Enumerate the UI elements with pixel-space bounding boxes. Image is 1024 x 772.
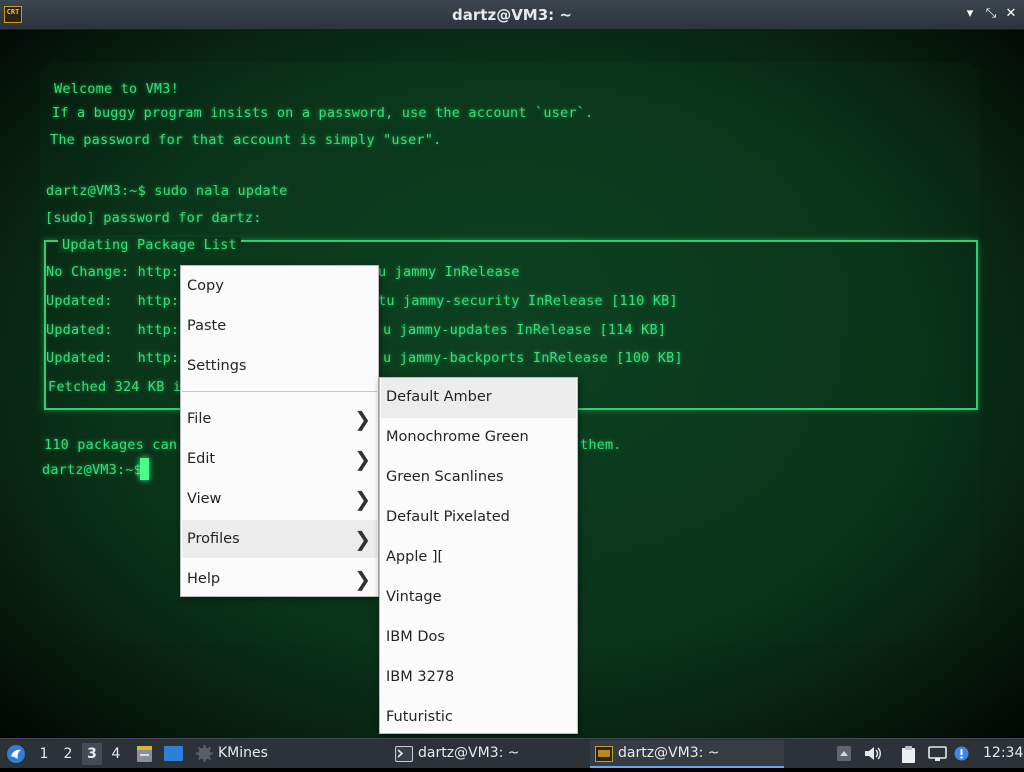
terminal-line: If a buggy program insists on a password… bbox=[52, 105, 594, 121]
menu-item-file[interactable]: File ❯ bbox=[182, 400, 377, 438]
chevron-right-icon: ❯ bbox=[354, 487, 371, 511]
chevron-right-icon: ❯ bbox=[354, 447, 371, 471]
menu-item-label: Help bbox=[187, 571, 221, 587]
window-titlebar: CRT dartz@VM3: ~ ▾ ⤡ ✕ bbox=[0, 0, 1024, 30]
terminal-line: 110 packages can b bbox=[44, 437, 194, 453]
profile-item-default-pixelated[interactable]: Default Pixelated bbox=[381, 498, 576, 538]
menu-item-edit[interactable]: Edit ❯ bbox=[182, 440, 377, 478]
taskbar: 1 2 3 4 KMines dartz@VM3: ~ dartz@VM3: ~… bbox=[0, 738, 1024, 768]
context-menu: Copy Paste Settings File ❯ Edit ❯ View ❯ Pr… bbox=[180, 265, 379, 597]
maximize-button[interactable]: ⤡ bbox=[983, 6, 999, 22]
terminal-cursor bbox=[140, 458, 149, 480]
terminal-line: Updated: http:// bbox=[46, 322, 196, 338]
terminal-line: Updated: http:// bbox=[46, 293, 196, 309]
application-launcher-icon[interactable] bbox=[5, 743, 27, 765]
task-label: KMines bbox=[218, 745, 268, 761]
menu-separator bbox=[182, 391, 377, 392]
terminal-line: The password for that account is simply … bbox=[50, 132, 442, 148]
network-icon[interactable] bbox=[928, 745, 947, 762]
terminal-icon bbox=[395, 745, 413, 762]
profile-item-monochrome-green[interactable]: Monochrome Green bbox=[381, 418, 576, 458]
chevron-right-icon: ❯ bbox=[354, 567, 371, 591]
kmines-icon bbox=[196, 745, 213, 762]
profile-item-futuristic[interactable]: Futuristic bbox=[381, 698, 576, 738]
taskbar-task-cool-retro-term[interactable]: dartz@VM3: ~ bbox=[590, 740, 784, 768]
clipboard-icon[interactable] bbox=[900, 745, 916, 763]
profile-item-ibm-3278[interactable]: IBM 3278 bbox=[381, 658, 576, 698]
menu-item-settings[interactable]: Settings bbox=[182, 347, 377, 385]
volume-icon[interactable] bbox=[864, 745, 881, 762]
taskbar-task-kmines[interactable]: KMines bbox=[194, 740, 384, 768]
menu-item-label: Paste bbox=[187, 318, 227, 334]
task-label: dartz@VM3: ~ bbox=[618, 745, 720, 761]
menu-item-label: Edit bbox=[187, 451, 216, 467]
profile-item-apple-ii[interactable]: Apple ][ bbox=[381, 538, 576, 578]
terminal-line: [sudo] password for dartz: bbox=[45, 210, 262, 226]
menu-item-help[interactable]: Help ❯ bbox=[182, 560, 377, 598]
package-list-box-title: Updating Package List bbox=[58, 237, 241, 253]
desktop-4-button[interactable]: 4 bbox=[106, 743, 126, 765]
terminal-line: u jammy-backports InRelease [100 KB] bbox=[383, 350, 683, 366]
menu-item-label: Profiles bbox=[187, 531, 240, 547]
terminal-command-line: dartz@VM3:~$ sudo nala update bbox=[46, 183, 288, 199]
profile-item-green-scanlines[interactable]: Green Scanlines bbox=[381, 458, 576, 498]
menu-item-paste[interactable]: Paste bbox=[182, 307, 377, 345]
terminal-line: u jammy-updates InRelease [114 KB] bbox=[383, 322, 667, 338]
desktop-1-button[interactable]: 1 bbox=[34, 743, 54, 765]
menu-item-profiles[interactable]: Profiles ❯ bbox=[182, 520, 377, 558]
minimize-button[interactable]: ▾ bbox=[962, 6, 978, 22]
show-desktop-icon[interactable] bbox=[163, 745, 184, 762]
taskbar-task-terminal[interactable]: dartz@VM3: ~ bbox=[392, 740, 584, 768]
chevron-right-icon: ❯ bbox=[354, 407, 371, 431]
menu-item-label: File bbox=[187, 411, 212, 427]
crt-icon bbox=[595, 745, 613, 762]
desktop-3-button[interactable]: 3 bbox=[82, 743, 102, 765]
profiles-submenu: Default Amber Monochrome Green Green Sca… bbox=[379, 377, 578, 734]
updates-notification-icon[interactable] bbox=[953, 745, 969, 762]
desktop-2-button[interactable]: 2 bbox=[58, 743, 78, 765]
terminal-prompt: dartz@VM3:~$ bbox=[42, 462, 142, 478]
terminal-line: them. bbox=[580, 437, 622, 453]
window-title: dartz@VM3: ~ bbox=[452, 6, 572, 24]
menu-item-copy[interactable]: Copy bbox=[182, 267, 377, 305]
terminal-line: No Change: http:// bbox=[46, 264, 196, 280]
terminal-line: Welcome to VM3! bbox=[54, 81, 179, 97]
terminal-line: tu jammy-security InRelease [110 KB] bbox=[378, 293, 678, 309]
profile-item-default-amber[interactable]: Default Amber bbox=[381, 378, 576, 418]
chevron-right-icon: ❯ bbox=[354, 527, 371, 551]
menu-item-label: Settings bbox=[187, 358, 247, 374]
clock[interactable]: 12:34 bbox=[983, 739, 1023, 769]
menu-item-label: Copy bbox=[187, 278, 224, 294]
menu-item-label: View bbox=[187, 491, 222, 507]
tray-expander-icon[interactable] bbox=[836, 745, 852, 762]
file-manager-icon[interactable] bbox=[135, 744, 154, 764]
task-label: dartz@VM3: ~ bbox=[418, 745, 520, 761]
profile-item-ibm-dos[interactable]: IBM Dos bbox=[381, 618, 576, 658]
terminal-line: Fetched 324 KB in bbox=[48, 379, 190, 395]
close-button[interactable]: ✕ bbox=[1003, 6, 1019, 22]
menu-item-view[interactable]: View ❯ bbox=[182, 480, 377, 518]
profile-item-vintage[interactable]: Vintage bbox=[381, 578, 576, 618]
terminal-line: u jammy InRelease bbox=[378, 264, 520, 280]
terminal-line: Updated: http:// bbox=[46, 350, 196, 366]
